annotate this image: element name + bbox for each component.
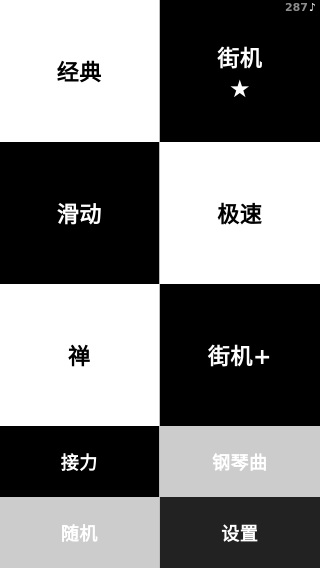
music-note-icon: ♪ bbox=[308, 0, 316, 14]
mode-grid: 经典 街机 ★ 滑动 极速 禅 街机+ 接力 钢琴曲 随机 设置 287 ♪ bbox=[0, 0, 320, 568]
tile-arcade-label: 街机 bbox=[217, 47, 263, 72]
tile-settings-label: 设置 bbox=[221, 523, 259, 545]
score-value: 287 bbox=[285, 0, 308, 14]
tile-arcade[interactable]: 街机 ★ bbox=[160, 0, 320, 142]
tile-zen-label: 禅 bbox=[68, 345, 91, 370]
tile-relay[interactable]: 接力 bbox=[0, 426, 159, 497]
column-divider bbox=[159, 0, 160, 568]
tile-slide[interactable]: 滑动 bbox=[0, 142, 159, 284]
tile-speed-label: 极速 bbox=[217, 203, 263, 228]
star-icon: ★ bbox=[228, 75, 251, 103]
tile-random-label: 随机 bbox=[61, 523, 98, 545]
tile-arcade-plus[interactable]: 街机+ bbox=[160, 284, 320, 426]
tile-relay-label: 接力 bbox=[61, 452, 98, 474]
tile-speed[interactable]: 极速 bbox=[160, 142, 320, 284]
tile-arcade-plus-label: 街机+ bbox=[208, 345, 272, 370]
tile-settings[interactable]: 设置 bbox=[160, 497, 320, 568]
tile-classic-label: 经典 bbox=[56, 61, 102, 86]
tile-slide-label: 滑动 bbox=[56, 203, 102, 228]
tile-zen[interactable]: 禅 bbox=[0, 284, 159, 426]
tile-classic[interactable]: 经典 bbox=[0, 0, 159, 142]
tile-piano-label: 钢琴曲 bbox=[212, 452, 268, 474]
tile-random[interactable]: 随机 bbox=[0, 497, 159, 568]
score-display: 287 ♪ bbox=[285, 0, 316, 14]
tile-piano[interactable]: 钢琴曲 bbox=[160, 426, 320, 497]
